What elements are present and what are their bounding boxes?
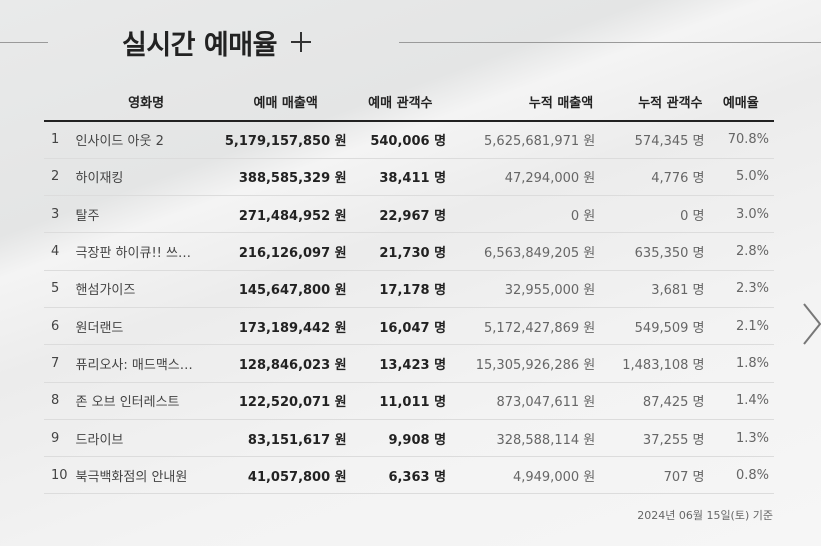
- cumulative-sales: 6,563,849,205 원: [450, 232, 600, 271]
- movie-title[interactable]: 인사이드 아웃 2: [71, 121, 221, 159]
- booking-audience: 16,047 명: [350, 307, 451, 346]
- rank-number: 6: [44, 307, 72, 346]
- realtime-booking-table: 영화명 예매 매출액 예매 관객수 누적 매출액 누적 관객수 예매율 1 인사이…: [44, 83, 774, 495]
- column-header-cum-audience: 누적 관객수: [599, 83, 709, 122]
- booking-sales: 83,151,617 원: [220, 419, 351, 458]
- cumulative-audience: 574,345 명: [599, 121, 709, 159]
- table-row[interactable]: 5 핸섬가이즈 145,647,800 원 17,178 명 32,955,000 원3…: [44, 270, 774, 308]
- booking-rate: 0.8%: [708, 456, 774, 495]
- rank-number: 1: [44, 121, 72, 159]
- booking-rate: 3.0%: [708, 195, 774, 234]
- column-header-sales: 예매 매출액: [220, 83, 351, 122]
- table-header-row: 영화명 예매 매출액 예매 관객수 누적 매출액 누적 관객수 예매율: [44, 83, 774, 122]
- movie-title[interactable]: 원더랜드: [71, 307, 221, 346]
- booking-rate: 1.8%: [708, 344, 774, 383]
- table-row[interactable]: 6 원더랜드 173,189,442 원 16,047 명 5,172,427,869 …: [44, 307, 774, 346]
- booking-audience: 540,006 명: [350, 121, 451, 159]
- table-row[interactable]: 7 퓨리오사: 매드맥스… 128,846,023 원 13,423 명 15,305,…: [44, 344, 774, 383]
- cumulative-sales: 328,588,114 원: [450, 419, 600, 458]
- table-row[interactable]: 1 인사이드 아웃 2 5,179,157,850 원 540,006 명 5,625,…: [44, 121, 774, 159]
- cumulative-audience: 3,681 명: [599, 270, 709, 308]
- cumulative-audience: 37,255 명: [599, 419, 709, 458]
- booking-rate: 2.3%: [708, 270, 774, 308]
- movie-title[interactable]: 퓨리오사: 매드맥스…: [71, 344, 221, 383]
- table-row[interactable]: 10 북극백화점의 안내원 41,057,800 원 6,363 명 4,949,000…: [44, 456, 774, 495]
- column-header-audience: 예매 관객수: [350, 83, 451, 122]
- plus-icon[interactable]: [290, 32, 311, 52]
- rank-number: 9: [44, 419, 72, 458]
- chevron-right-icon[interactable]: [800, 300, 821, 348]
- table-row[interactable]: 2 하이재킹 388,585,329 원 38,411 명 47,294,000 원 4,…: [44, 158, 774, 197]
- cumulative-sales: 47,294,000 원: [450, 158, 600, 197]
- cumulative-sales: 32,955,000 원: [450, 270, 600, 308]
- rank-number: 3: [44, 195, 72, 234]
- cumulative-audience: 4,776 명: [599, 158, 709, 197]
- rank-number: 4: [44, 232, 72, 271]
- booking-sales: 41,057,800 원: [220, 456, 351, 495]
- cumulative-audience: 87,425 명: [599, 382, 709, 420]
- movie-title[interactable]: 탈주: [71, 195, 221, 234]
- booking-sales: 271,484,952 원: [220, 195, 351, 234]
- movie-title[interactable]: 존 오브 인터레스트: [71, 382, 221, 420]
- booking-sales: 388,585,329 원: [220, 158, 351, 197]
- booking-rate: 2.8%: [708, 232, 774, 271]
- table-body: 1 인사이드 아웃 2 5,179,157,850 원 540,006 명 5,625,…: [44, 121, 774, 495]
- cumulative-audience: 0 명: [599, 195, 709, 234]
- booking-audience: 13,423 명: [350, 344, 451, 383]
- cumulative-audience: 707 명: [599, 456, 709, 495]
- column-header-title: 영화명: [71, 83, 221, 122]
- section-title: 실시간 예매율: [122, 29, 277, 61]
- rank-number: 2: [44, 158, 72, 197]
- booking-sales: 122,520,071 원: [220, 382, 351, 420]
- movie-title[interactable]: 핸섬가이즈: [71, 270, 221, 308]
- divider-left: [0, 42, 48, 43]
- booking-rate: 1.4%: [708, 382, 774, 420]
- divider-right: [399, 42, 821, 43]
- booking-audience: 21,730 명: [350, 232, 451, 271]
- booking-sales: 216,126,097 원: [220, 232, 351, 271]
- booking-sales: 5,179,157,850 원: [220, 121, 351, 159]
- table-row[interactable]: 3 탈주 271,484,952 원 22,967 명0 원0 명 3.0%: [44, 195, 774, 234]
- rank-number: 10: [44, 456, 72, 495]
- cumulative-sales: 4,949,000 원: [450, 456, 600, 495]
- cumulative-audience: 1,483,108 명: [599, 344, 709, 383]
- cumulative-sales: 873,047,611 원: [450, 382, 600, 420]
- column-header-rate: 예매율: [708, 83, 774, 122]
- rank-number: 7: [44, 344, 72, 383]
- booking-audience: 17,178 명: [350, 270, 451, 308]
- booking-audience: 22,967 명: [350, 195, 451, 234]
- table-row[interactable]: 4 극장판 하이큐!! 쓰… 216,126,097 원 21,730 명 6,563,…: [44, 232, 774, 271]
- cumulative-sales: 5,625,681,971 원: [450, 121, 600, 159]
- booking-rate: 1.3%: [708, 419, 774, 458]
- column-header-cum-sales: 누적 매출액: [450, 83, 600, 122]
- cumulative-sales: 15,305,926,286 원: [450, 344, 600, 383]
- reference-date: 2024년 06월 15일(토) 기준: [637, 509, 773, 522]
- booking-audience: 9,908 명: [350, 419, 451, 458]
- booking-sales: 173,189,442 원: [220, 307, 351, 346]
- booking-rate: 70.8%: [708, 121, 774, 159]
- movie-title[interactable]: 하이재킹: [71, 158, 221, 197]
- cumulative-sales: 0 원: [450, 195, 600, 234]
- table-row[interactable]: 9 드라이브 83,151,617 원 9,908 명 328,588,114 원 37,…: [44, 419, 774, 458]
- booking-audience: 11,011 명: [350, 382, 451, 420]
- rank-number: 5: [44, 270, 72, 308]
- movie-title[interactable]: 드라이브: [71, 419, 221, 458]
- rank-header: [44, 83, 72, 122]
- movie-title[interactable]: 북극백화점의 안내원: [71, 456, 221, 495]
- cumulative-sales: 5,172,427,869 원: [450, 307, 600, 346]
- cumulative-audience: 549,509 명: [599, 307, 709, 346]
- section-header: 실시간 예매율: [122, 20, 311, 64]
- booking-sales: 128,846,023 원: [220, 344, 351, 383]
- booking-rate: 5.0%: [708, 158, 774, 197]
- booking-rate: 2.1%: [708, 307, 774, 346]
- booking-audience: 6,363 명: [350, 456, 451, 495]
- movie-title[interactable]: 극장판 하이큐!! 쓰…: [71, 232, 221, 271]
- booking-audience: 38,411 명: [350, 158, 451, 197]
- rank-number: 8: [44, 382, 72, 420]
- cumulative-audience: 635,350 명: [599, 232, 709, 271]
- table-row[interactable]: 8존 오브 인터레스트 122,520,071 원 11,011 명 873,047,…: [44, 382, 774, 420]
- booking-sales: 145,647,800 원: [220, 270, 351, 308]
